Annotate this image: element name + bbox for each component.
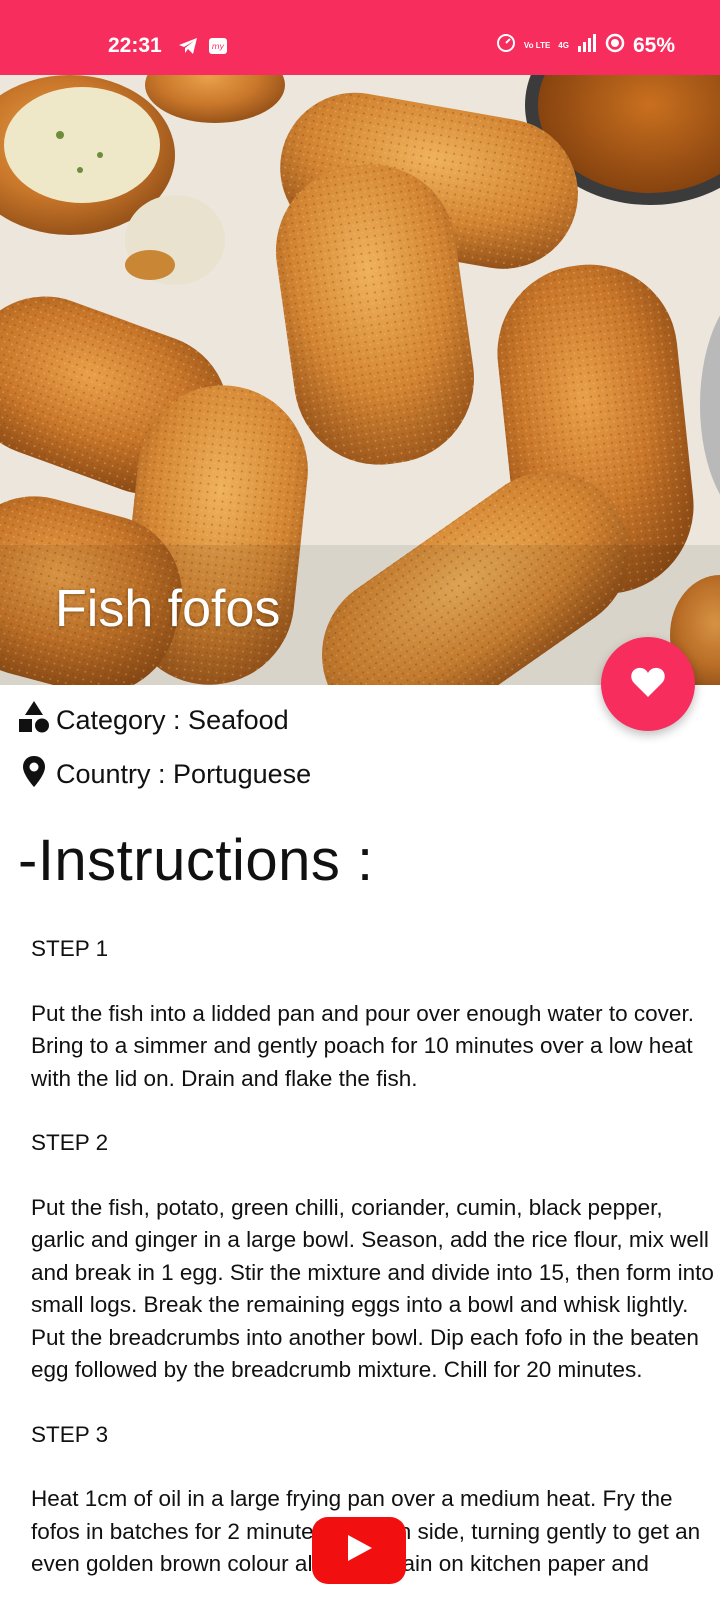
step-label: STEP 3 xyxy=(31,1421,109,1447)
heart-icon xyxy=(630,666,666,703)
category-shapes-icon xyxy=(18,700,50,741)
battery-percentage: 65% xyxy=(632,34,675,57)
telegram-icon xyxy=(178,37,198,60)
category-label: Category : Seafood xyxy=(56,705,289,735)
signal-icon xyxy=(577,34,597,58)
meal-image: Fish fofos xyxy=(0,75,720,685)
youtube-video-button[interactable] xyxy=(312,1517,406,1584)
meal-detail-screen: 22:31 my Vo LTE 4G 65% Fish fofos Catego… xyxy=(0,0,720,1600)
status-system-icons: Vo LTE 4G 65% xyxy=(496,33,675,59)
meal-title: Fish fofos xyxy=(55,580,281,638)
status-bar: 22:31 my Vo LTE 4G 65% xyxy=(0,0,720,75)
mobile-app-icon: my xyxy=(208,36,228,61)
instructions-heading: -Instructions : xyxy=(18,828,374,893)
step-text: Put the fish into a lidded pan and pour … xyxy=(31,1000,694,1091)
data-saver-icon xyxy=(496,33,516,59)
country-label: Country : Portuguese xyxy=(56,759,312,789)
status-notification-icons: my xyxy=(178,36,228,61)
step-label: STEP 1 xyxy=(31,936,109,961)
step-label: STEP 2 xyxy=(31,1130,109,1155)
step-text: Put the fish, potato, green chilli, cori… xyxy=(31,1194,714,1383)
status-time: 22:31 xyxy=(108,34,162,57)
network-type-label: 4G xyxy=(558,41,569,50)
category-row: Category : Seafood xyxy=(18,700,289,741)
svg-text:my: my xyxy=(212,42,225,51)
location-pin-icon xyxy=(18,754,50,795)
country-row: Country : Portuguese xyxy=(18,754,311,795)
instructions-text: STEP 1 Put the fish into a lidded pan an… xyxy=(31,933,720,1600)
volte-icon: Vo LTE xyxy=(523,41,551,50)
battery-icon xyxy=(605,33,625,59)
favorite-button[interactable] xyxy=(601,637,695,731)
youtube-play-icon xyxy=(344,1533,374,1568)
